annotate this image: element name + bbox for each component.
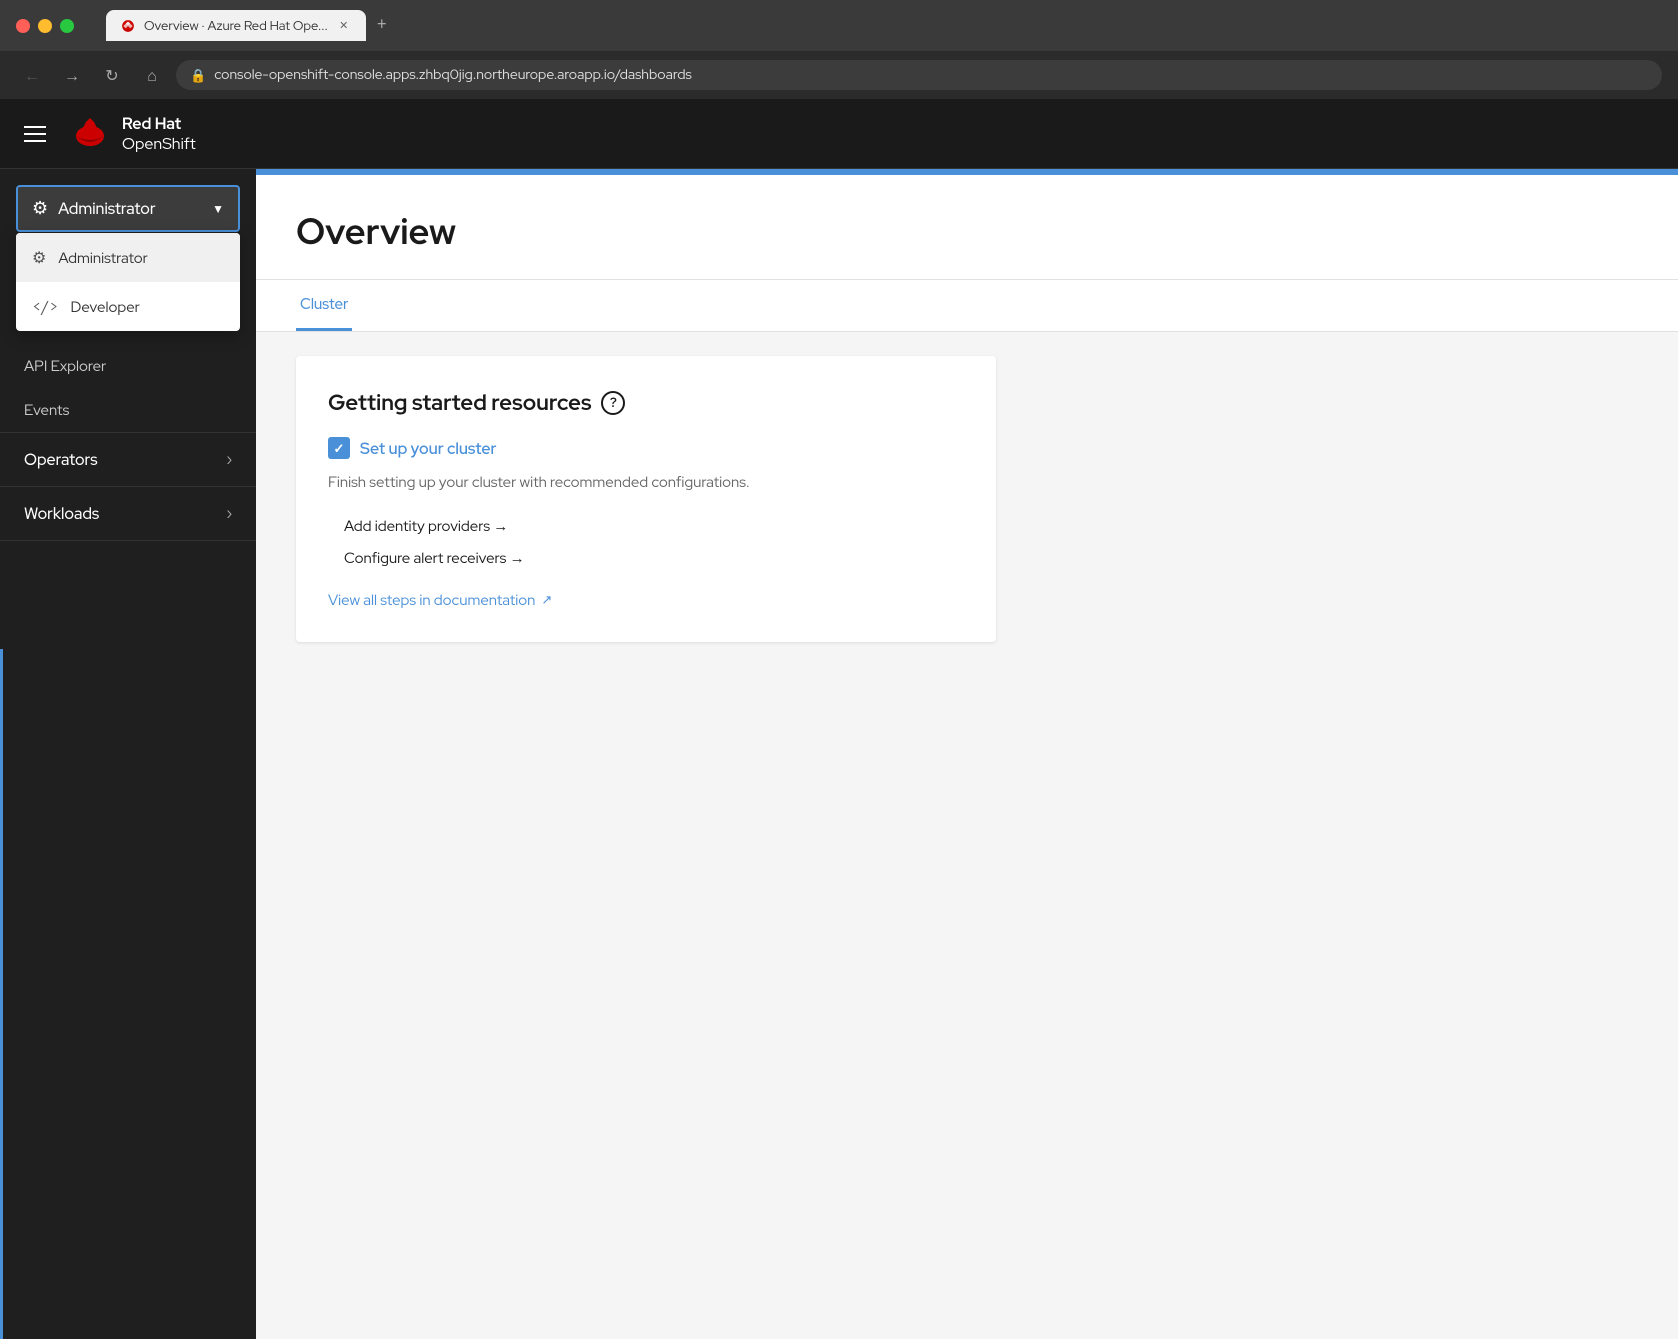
app-container: Red Hat OpenShift ⚙ Administrator ▼ ⚙ Ad… <box>0 99 1678 1339</box>
perspective-dropdown: ⚙ Administrator </> Developer <box>16 233 240 331</box>
address-bar[interactable]: 🔒 console-openshift-console.apps.zhbq0ji… <box>176 60 1662 90</box>
forward-button[interactable]: → <box>56 59 88 91</box>
address-text: console-openshift-console.apps.zhbq0jig.… <box>214 66 1648 84</box>
tab-favicon <box>120 18 136 34</box>
checkbox-checked-icon <box>328 437 350 459</box>
sidebar: ⚙ Administrator ▼ ⚙ Administrator </> De… <box>0 169 256 1339</box>
app-header: Red Hat OpenShift <box>0 99 1678 169</box>
workloads-label: Workloads <box>24 503 99 524</box>
tab-cluster[interactable]: Cluster <box>296 280 352 331</box>
minimize-button[interactable] <box>38 19 52 33</box>
content-tabs: Cluster <box>256 280 1678 332</box>
chevron-right-icon-2: › <box>226 505 232 523</box>
reload-button[interactable]: ↻ <box>96 59 128 91</box>
page-title: Overview <box>296 207 1638 255</box>
home-button[interactable]: ⌂ <box>136 59 168 91</box>
maximize-button[interactable] <box>60 19 74 33</box>
chevron-down-icon: ▼ <box>212 201 224 217</box>
perspective-button[interactable]: ⚙ Administrator ▼ <box>16 185 240 232</box>
operators-label: Operators <box>24 449 97 470</box>
new-tab-button[interactable]: + <box>368 11 396 39</box>
content-area: Overview Cluster Getting started resourc… <box>256 169 1678 1339</box>
tab-bar: Overview · Azure Red Hat Ope... ✕ + <box>90 10 1662 41</box>
main-layout: ⚙ Administrator ▼ ⚙ Administrator </> De… <box>0 169 1678 1339</box>
active-tab[interactable]: Overview · Azure Red Hat Ope... ✕ <box>106 10 366 41</box>
perspective-label: Administrator <box>58 198 202 219</box>
external-link-icon: ↗ <box>541 591 552 608</box>
nav-section-operators: Operators › <box>0 433 256 487</box>
doc-link[interactable]: View all steps in documentation ↗ <box>328 590 964 610</box>
brand-name-top: Red Hat <box>122 114 196 133</box>
browser-titlebar: Overview · Azure Red Hat Ope... ✕ + <box>0 0 1678 51</box>
setup-cluster-title[interactable]: Set up your cluster <box>360 438 496 459</box>
logo-container: Red Hat OpenShift <box>70 114 196 154</box>
nav-group-workloads[interactable]: Workloads › <box>0 487 256 540</box>
browser-nav: ← → ↻ ⌂ 🔒 console-openshift-console.apps… <box>0 51 1678 99</box>
card-title: Getting started resources ? <box>328 388 964 417</box>
api-explorer-label: API Explorer <box>24 356 106 376</box>
setup-cluster-item: Set up your cluster <box>328 437 964 459</box>
dropdown-item-developer[interactable]: </> Developer <box>16 282 240 331</box>
dropdown-label-administrator: Administrator <box>58 248 148 268</box>
sidebar-accent <box>0 649 3 1339</box>
dropdown-label-developer: Developer <box>71 297 140 317</box>
hamburger-button[interactable] <box>24 126 46 142</box>
help-icon[interactable]: ? <box>601 391 625 415</box>
admin-gear-icon: ⚙ <box>32 247 46 268</box>
developer-code-icon: </> <box>32 296 59 317</box>
brand-name-bottom: OpenShift <box>122 134 196 153</box>
perspective-selector: ⚙ Administrator ▼ ⚙ Administrator </> De… <box>0 169 256 248</box>
nav-group-operators[interactable]: Operators › <box>0 433 256 486</box>
doc-link-text: View all steps in documentation <box>328 590 535 610</box>
getting-started-title: Getting started resources <box>328 388 591 417</box>
content-body: Getting started resources ? Set up your … <box>256 332 1678 1339</box>
browser-chrome: Overview · Azure Red Hat Ope... ✕ + ← → … <box>0 0 1678 99</box>
nav-section-workloads: Workloads › <box>0 487 256 541</box>
back-button[interactable]: ← <box>16 59 48 91</box>
dropdown-item-administrator[interactable]: ⚙ Administrator <box>16 233 240 282</box>
redhat-logo <box>70 114 110 154</box>
setup-cluster-desc: Finish setting up your cluster with reco… <box>328 471 964 494</box>
action-link-alerts[interactable]: Configure alert receivers → <box>328 542 964 574</box>
close-button[interactable] <box>16 19 30 33</box>
tab-cluster-label: Cluster <box>300 294 348 314</box>
chevron-right-icon: › <box>226 451 232 469</box>
events-label: Events <box>24 400 69 420</box>
main-content: Overview Cluster Getting started resourc… <box>256 175 1678 1339</box>
sidebar-item-events[interactable]: Events <box>0 388 256 432</box>
action-link-identity[interactable]: Add identity providers → <box>328 510 964 542</box>
traffic-lights <box>16 19 74 33</box>
logo-text: Red Hat OpenShift <box>122 114 196 152</box>
tab-title: Overview · Azure Red Hat Ope... <box>144 17 328 34</box>
content-header: Overview <box>256 175 1678 280</box>
getting-started-card: Getting started resources ? Set up your … <box>296 356 996 642</box>
tab-close-button[interactable]: ✕ <box>336 18 352 34</box>
sidebar-item-api-explorer[interactable]: API Explorer <box>0 344 256 388</box>
gear-icon: ⚙ <box>32 197 48 220</box>
lock-icon: 🔒 <box>190 67 206 84</box>
sidebar-nav: Projects Search API Explorer Events Oper… <box>0 248 256 1339</box>
